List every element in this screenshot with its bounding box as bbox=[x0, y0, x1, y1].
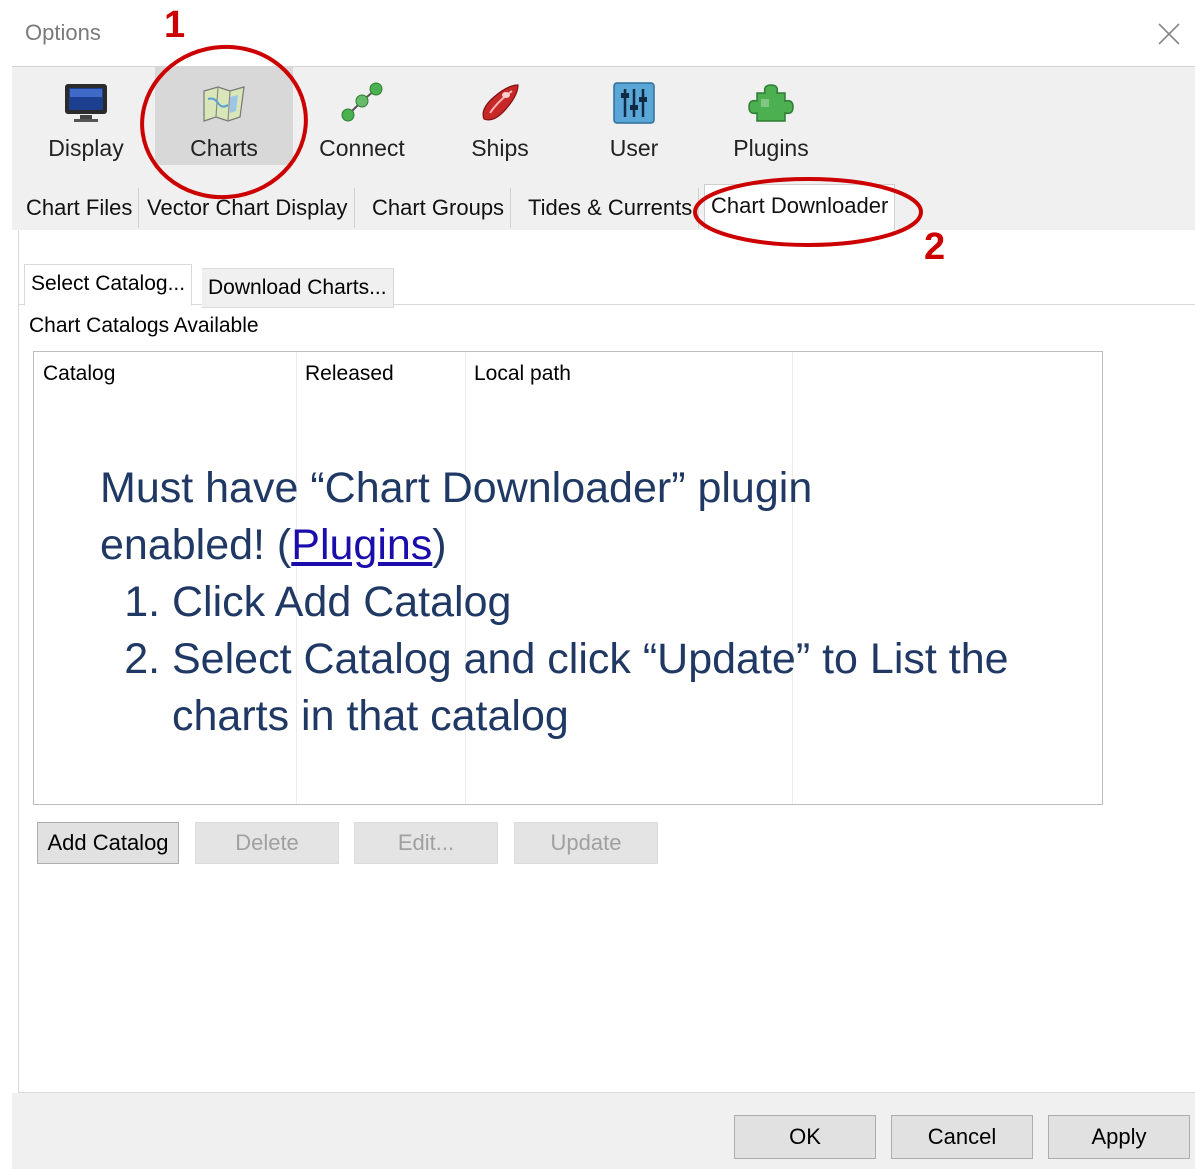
tab-chart-files[interactable]: Chart Files bbox=[20, 188, 140, 228]
note-line-2: enabled! (Plugins) bbox=[100, 517, 1090, 574]
options-dialog: Options Display Charts Connect Ships Use… bbox=[0, 0, 1195, 1169]
add-catalog-button[interactable]: Add Catalog bbox=[37, 822, 179, 864]
tab-vector-chart-display[interactable]: Vector Chart Display bbox=[141, 188, 355, 228]
note-line-2-suffix: ) bbox=[432, 521, 447, 569]
toolbar-ships[interactable]: Ships bbox=[431, 67, 569, 165]
tab-tides-currents[interactable]: Tides & Currents bbox=[522, 188, 700, 228]
plugins-icon bbox=[748, 84, 794, 122]
user-icon bbox=[613, 82, 655, 124]
downloader-subtabs: Select Catalog... Download Charts... bbox=[19, 264, 1195, 308]
connect-icon bbox=[341, 82, 383, 122]
note-line-1: Must have “Chart Downloader” plugin bbox=[100, 464, 813, 512]
window-title: Options bbox=[25, 20, 101, 45]
close-button[interactable] bbox=[1150, 14, 1190, 54]
options-toolbar: Display Charts Connect Ships User Plugin… bbox=[12, 66, 1195, 179]
toolbar-display-label: Display bbox=[48, 135, 124, 161]
annotation-number-2: 2 bbox=[924, 226, 946, 268]
delete-button[interactable]: Delete bbox=[195, 822, 339, 864]
apply-button[interactable]: Apply bbox=[1048, 1115, 1190, 1159]
tab-chart-groups[interactable]: Chart Groups bbox=[366, 188, 512, 228]
toolbar-plugins-label: Plugins bbox=[733, 135, 809, 161]
toolbar-ships-label: Ships bbox=[471, 135, 529, 161]
annotation-number-1: 1 bbox=[164, 4, 186, 46]
tab-chart-downloader[interactable]: Chart Downloader bbox=[704, 184, 896, 231]
note-step-1: Click Add Catalog bbox=[172, 574, 1090, 631]
toolbar-plugins[interactable]: Plugins bbox=[702, 67, 840, 165]
charts-icon bbox=[203, 86, 245, 122]
ships-icon bbox=[482, 84, 519, 121]
catalogs-label: Chart Catalogs Available bbox=[29, 314, 259, 337]
toolbar-connect-label: Connect bbox=[319, 135, 405, 161]
ok-button[interactable]: OK bbox=[734, 1115, 876, 1159]
display-icon bbox=[65, 84, 107, 122]
subtab-download-charts[interactable]: Download Charts... bbox=[202, 268, 394, 308]
instruction-note: Must have “Chart Downloader” plugin enab… bbox=[100, 460, 1090, 745]
update-button[interactable]: Update bbox=[514, 822, 658, 864]
note-line-2-prefix: enabled! ( bbox=[100, 521, 292, 569]
note-steps: Click Add Catalog Select Catalog and cli… bbox=[100, 574, 1090, 745]
options-tabs: Chart Files Vector Chart Display Chart G… bbox=[12, 178, 1195, 231]
toolbar-user-label: User bbox=[609, 135, 659, 161]
edit-button[interactable]: Edit... bbox=[354, 822, 498, 864]
column-header-local-path[interactable]: Local path bbox=[465, 362, 571, 386]
cancel-button[interactable]: Cancel bbox=[891, 1115, 1033, 1159]
toolbar-charts-label: Charts bbox=[190, 135, 258, 161]
subtab-select-catalog[interactable]: Select Catalog... bbox=[24, 264, 193, 306]
dialog-footer: OK Cancel Apply bbox=[12, 1093, 1195, 1169]
toolbar-user[interactable]: User bbox=[565, 67, 703, 165]
column-header-released[interactable]: Released bbox=[296, 362, 394, 386]
toolbar-display[interactable]: Display bbox=[17, 67, 155, 165]
close-icon bbox=[1158, 23, 1180, 45]
note-step-2: Select Catalog and click “Update” to Lis… bbox=[172, 631, 1032, 745]
plugins-link[interactable]: Plugins bbox=[291, 521, 432, 569]
column-header-catalog[interactable]: Catalog bbox=[34, 362, 115, 386]
toolbar-connect[interactable]: Connect bbox=[293, 67, 431, 165]
toolbar-charts[interactable]: Charts bbox=[155, 67, 293, 165]
